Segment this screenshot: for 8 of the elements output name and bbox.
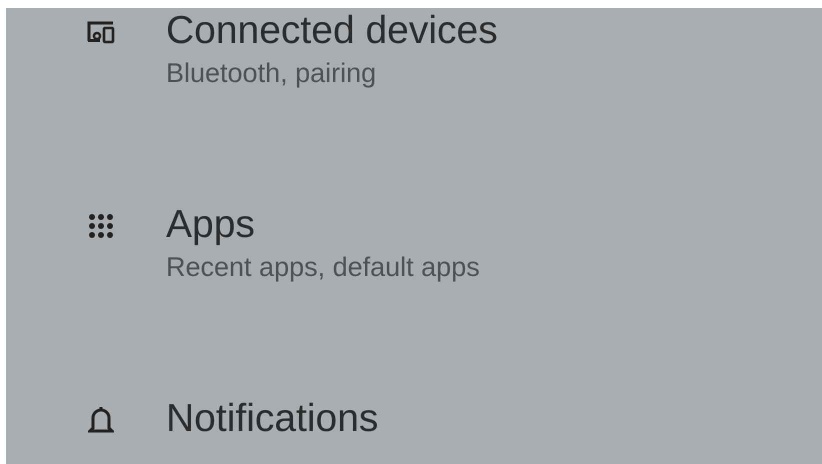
setting-summary: Recent apps, default apps bbox=[166, 251, 480, 284]
apps-grid-icon bbox=[88, 213, 114, 239]
setting-title[interactable]: Connected devices bbox=[166, 8, 498, 54]
setting-title[interactable]: Apps bbox=[166, 202, 480, 248]
setting-summary: Bluetooth, pairing bbox=[166, 57, 378, 90]
devices-icon bbox=[86, 19, 116, 45]
setting-title[interactable]: Notifications bbox=[166, 396, 378, 442]
bell-icon bbox=[88, 405, 114, 435]
